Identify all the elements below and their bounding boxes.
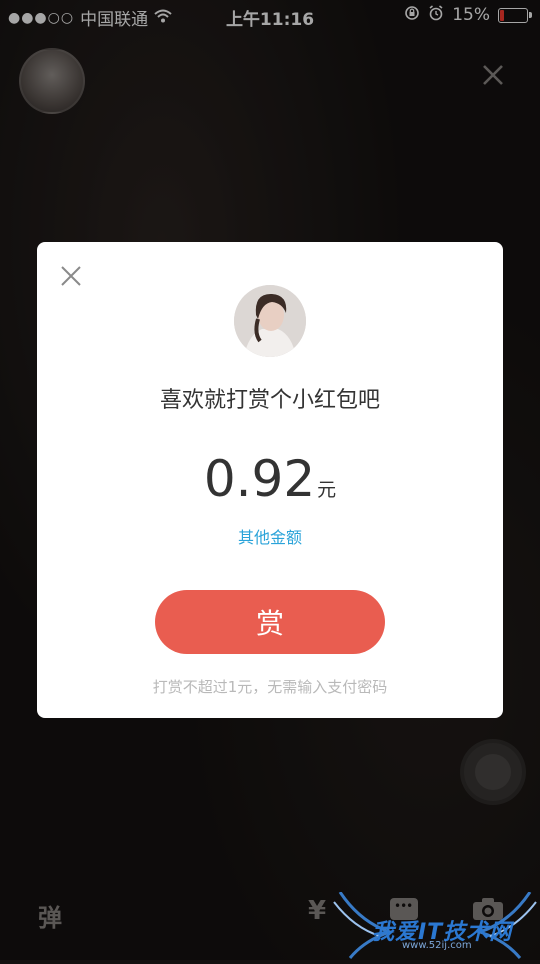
- reward-dialog: 喜欢就打赏个小红包吧 0.92 元 其他金额 赏 打赏不超过1元，无需输入支付密码: [37, 242, 503, 718]
- amount-value: 0.92: [203, 450, 316, 508]
- reward-amount: 0.92 元: [37, 450, 503, 508]
- reward-prompt: 喜欢就打赏个小红包吧: [159, 388, 380, 413]
- anchor-avatar: [234, 285, 306, 357]
- reward-note: 打赏不超过1元，无需输入支付密码: [152, 678, 388, 696]
- site-watermark: 我爱IT技术网 www.52ij.com: [330, 891, 540, 960]
- reward-button[interactable]: 赏: [155, 590, 385, 654]
- amount-unit: 元: [317, 479, 337, 501]
- other-amount-link[interactable]: 其他金额: [37, 524, 503, 548]
- watermark-url: www.52ij.com: [402, 940, 472, 951]
- close-icon[interactable]: [59, 264, 83, 288]
